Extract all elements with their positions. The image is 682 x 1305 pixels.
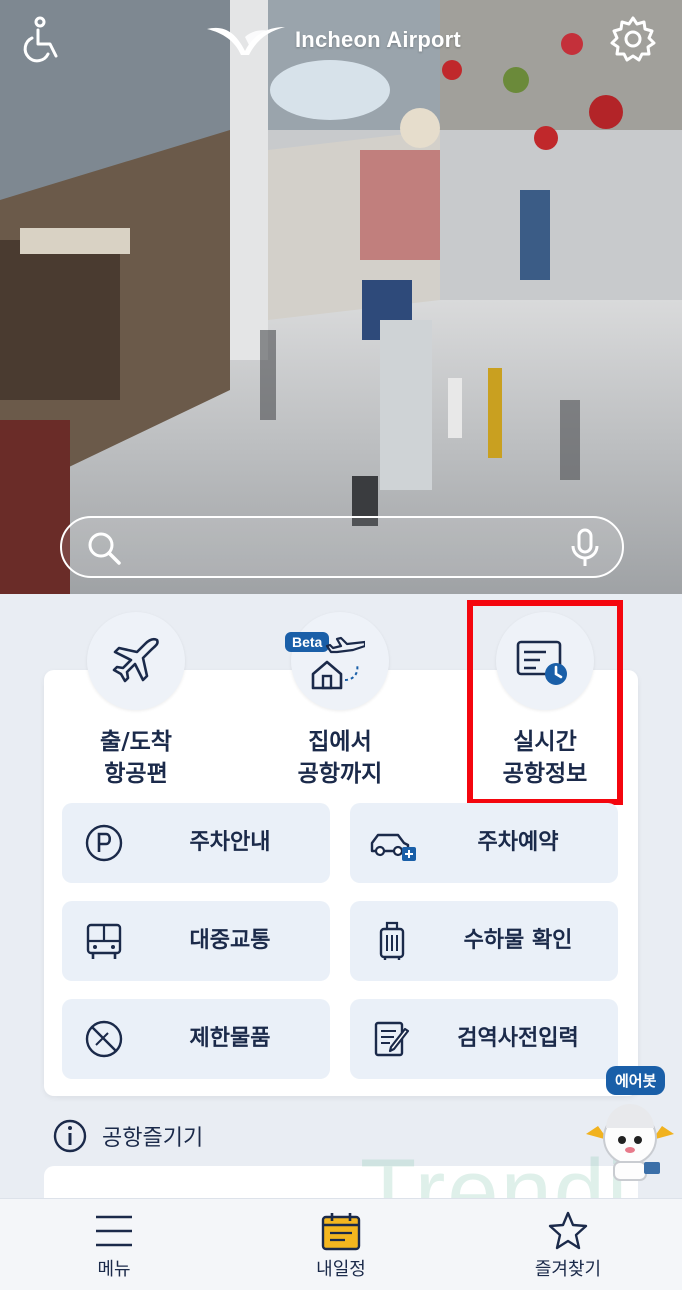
tile-public-transport[interactable]: 대중교통 <box>62 901 330 981</box>
tile-baggage-check-label: 수하물 확인 <box>463 928 573 953</box>
calendar-icon <box>321 1213 361 1251</box>
tile-parking-info-label: 주차안내 <box>189 830 271 855</box>
airplane-icon <box>87 612 185 710</box>
enjoy-airport-label: 공항즐기기 <box>102 1126 204 1151</box>
incheon-airport-emblem-icon <box>207 27 285 55</box>
quick-flights-line2: 항공편 <box>104 761 168 787</box>
parking-icon <box>84 823 124 863</box>
wheelchair-icon[interactable] <box>16 16 64 64</box>
system-bar <box>0 1290 682 1305</box>
info-icon <box>53 1119 87 1153</box>
tile-quarantine-input[interactable]: 검역사전입력 <box>350 999 618 1079</box>
car-plus-icon <box>368 823 418 863</box>
quick-home-line2: 공항까지 <box>297 761 383 787</box>
highlight-box <box>467 600 623 805</box>
search-bar[interactable] <box>60 516 624 578</box>
nav-favorites-label: 즐겨찾기 <box>534 1259 602 1280</box>
tile-restricted-items-label: 제한물품 <box>189 1026 271 1051</box>
quick-home-line1: 집에서 <box>308 729 372 755</box>
quick-flights[interactable]: 출/도착 항공편 <box>46 612 226 790</box>
home-to-airport-icon: Beta <box>285 612 389 710</box>
top-bar: Incheon Airport <box>0 0 682 80</box>
quick-home-to-airport[interactable]: Beta 집에서 공항까지 <box>250 612 430 790</box>
microphone-icon[interactable] <box>570 528 600 568</box>
quick-home-to-airport-label: 집에서 공항까지 <box>250 726 430 790</box>
quick-flights-label: 출/도착 항공편 <box>46 726 226 790</box>
document-pen-icon <box>372 1019 412 1059</box>
restricted-items-icon <box>84 1019 124 1059</box>
incheon-airport-logo: Incheon Airport <box>205 18 461 62</box>
airport-terminal-photo <box>0 0 682 594</box>
section-enjoy-airport[interactable]: 공항즐기기 <box>52 1118 203 1154</box>
tile-parking-info[interactable]: 주차안내 <box>62 803 330 883</box>
star-icon <box>548 1211 588 1250</box>
logo-title: Incheon Airport <box>295 27 461 52</box>
nav-menu-label: 메뉴 <box>97 1259 131 1280</box>
tile-restricted-items[interactable]: 제한물품 <box>62 999 330 1079</box>
quick-flights-line1: 출/도착 <box>100 729 172 755</box>
nav-favorites[interactable]: 즐겨찾기 <box>508 1199 628 1291</box>
tile-baggage-check[interactable]: 수하물 확인 <box>350 901 618 981</box>
search-icon[interactable] <box>86 530 122 566</box>
tile-public-transport-label: 대중교통 <box>189 928 271 953</box>
nav-my-schedule-label: 내일정 <box>316 1259 366 1280</box>
gear-icon[interactable] <box>608 14 658 64</box>
nav-my-schedule[interactable]: 내일정 <box>281 1199 401 1291</box>
tile-parking-reservation[interactable]: 주차예약 <box>350 803 618 883</box>
airbot-badge[interactable]: 에어봇 <box>606 1066 666 1095</box>
search-input[interactable] <box>134 528 554 568</box>
nav-menu[interactable]: 메뉴 <box>54 1199 174 1291</box>
luggage-icon <box>372 921 412 961</box>
hamburger-menu-icon <box>96 1215 132 1247</box>
tile-parking-reservation-label: 주차예약 <box>477 830 559 855</box>
hero-banner: Incheon Airport <box>0 0 682 594</box>
bus-icon <box>84 921 124 961</box>
bottom-navigation: 메뉴 내일정 즐겨찾기 <box>0 1198 682 1290</box>
